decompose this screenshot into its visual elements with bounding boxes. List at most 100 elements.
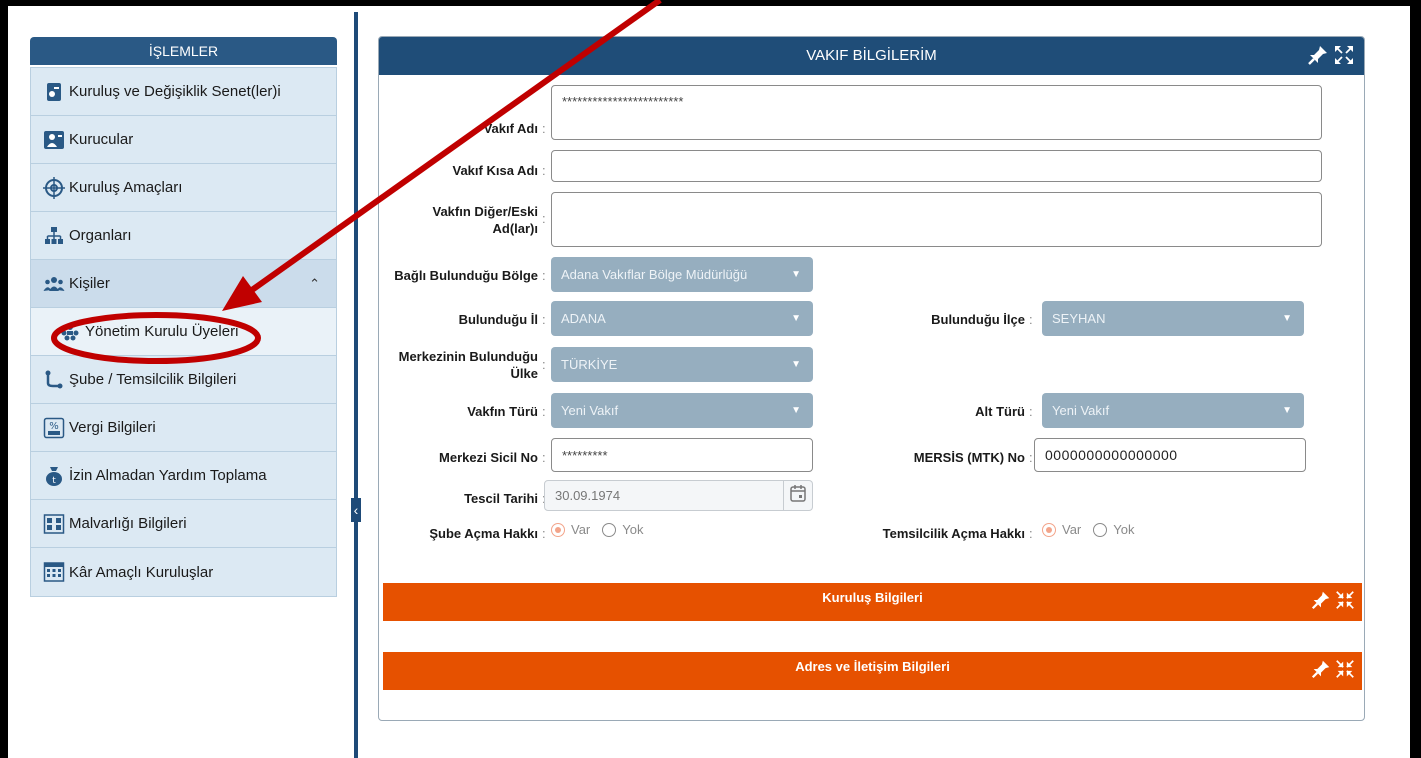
sidebar-menu: Kuruluş ve Değişiklik Senet(ler)i Kurucu… bbox=[30, 67, 337, 597]
colon: : bbox=[542, 268, 546, 283]
dropdown-caret-icon: ▼ bbox=[1282, 405, 1292, 416]
sidebar-item-vergi[interactable]: % Vergi Bilgileri bbox=[31, 404, 336, 452]
vakif-kisa-adi-input[interactable] bbox=[551, 150, 1322, 182]
sidebar-item-yonetim-kurulu[interactable]: Yönetim Kurulu Üyeleri bbox=[31, 308, 336, 356]
bagli-bolge-select[interactable]: Adana Vakıflar Bölge Müdürlüğü ▼ bbox=[551, 257, 813, 292]
tax-icon: % bbox=[43, 417, 65, 439]
bulundugu-ilce-label: Bulunduğu İlçe bbox=[931, 312, 1025, 327]
branch-icon bbox=[43, 369, 65, 391]
sidebar-item-label: Yönetim Kurulu Üyeleri bbox=[85, 323, 239, 340]
mersis-no-value: 0000000000000000 bbox=[1045, 447, 1178, 463]
sidebar-item-label: Kişiler bbox=[69, 275, 110, 292]
diger-eski-label-line1: Vakfın Diğer/Eski bbox=[432, 204, 539, 219]
adres-iletisim-section[interactable]: Adres ve İletişim Bilgileri bbox=[383, 652, 1362, 690]
bagli-bolge-label: Bağlı Bulunduğu Bölge bbox=[394, 268, 538, 283]
section-title: Kuruluş Bilgileri bbox=[822, 590, 923, 605]
chevron-up-icon[interactable]: ⌃ bbox=[309, 276, 320, 292]
merkez-ulke-label-line1: Merkezinin Bulunduğu bbox=[398, 349, 538, 364]
donation-icon: t bbox=[43, 465, 65, 487]
people-icon bbox=[43, 273, 65, 295]
person-icon bbox=[43, 129, 65, 151]
sidebar-item-label: Vergi Bilgileri bbox=[69, 419, 156, 436]
sube-yok-radio[interactable] bbox=[602, 522, 617, 537]
tescil-tarihi-input[interactable]: 30.09.1974 bbox=[544, 480, 784, 511]
bagli-bolge-value: Adana Vakıflar Bölge Müdürlüğü bbox=[561, 267, 748, 282]
sidebar-item-kurulus-amaclari[interactable]: Kuruluş Amaçları bbox=[31, 164, 336, 212]
section-title: Adres ve İletişim Bilgileri bbox=[795, 659, 950, 674]
mersis-no-label: MERSİS (MTK) No bbox=[913, 450, 1025, 465]
sidebar-item-label: Organları bbox=[69, 227, 132, 244]
dropdown-caret-icon: ▼ bbox=[791, 269, 801, 280]
org-chart-icon bbox=[43, 225, 65, 247]
radio-label-yok: Yok bbox=[1113, 522, 1135, 537]
sidebar-item-kisiler[interactable]: Kişiler ⌃ bbox=[31, 260, 336, 308]
radio-label-yok: Yok bbox=[622, 522, 644, 537]
panel-title: VAKIF BİLGİLERİM bbox=[806, 47, 937, 64]
colon: : bbox=[542, 357, 546, 372]
colon: : bbox=[1029, 312, 1033, 327]
panel-header: VAKIF BİLGİLERİM bbox=[379, 37, 1364, 75]
sidebar-item-label: Kurucular bbox=[69, 131, 134, 148]
sidebar: İŞLEMLER Kuruluş ve Değişiklik Senet(ler… bbox=[8, 6, 354, 758]
mersis-no-input[interactable]: 0000000000000000 bbox=[1034, 438, 1306, 472]
dropdown-caret-icon: ▼ bbox=[791, 359, 801, 370]
vakif-adi-input[interactable]: ************************ bbox=[551, 85, 1322, 140]
colon: : bbox=[542, 312, 546, 327]
merkez-ulke-select[interactable]: TÜRKİYE ▼ bbox=[551, 347, 813, 382]
sidebar-item-organlari[interactable]: Organları bbox=[31, 212, 336, 260]
collapse-icon[interactable] bbox=[1334, 658, 1356, 691]
merkez-ulke-value: TÜRKİYE bbox=[561, 357, 618, 372]
sidebar-item-kar-amacli[interactable]: Kâr Amaçlı Kuruluşlar bbox=[31, 548, 336, 596]
bulundugu-il-select[interactable]: ADANA ▼ bbox=[551, 301, 813, 336]
temsilcilik-yok-radio[interactable] bbox=[1093, 522, 1108, 537]
sidebar-item-label: Kâr Amaçlı Kuruluşlar bbox=[69, 563, 214, 581]
pin-icon[interactable] bbox=[1310, 658, 1332, 691]
sidebar-item-label: Malvarlığı Bilgileri bbox=[69, 515, 187, 532]
sube-var-radio[interactable] bbox=[551, 522, 565, 537]
merkezi-sicil-no-value: ********* bbox=[562, 447, 608, 463]
temsilcilik-acma-radio-group: Var Yok bbox=[1042, 522, 1134, 537]
radio-label-var: Var bbox=[1062, 522, 1082, 537]
assets-icon bbox=[43, 513, 65, 535]
sidebar-item-izin-yardim[interactable]: t İzin Almadan Yardım Toplama bbox=[31, 452, 336, 500]
building-icon bbox=[43, 561, 65, 583]
diger-eski-label-line2: Ad(lar)ı bbox=[492, 221, 539, 236]
colon: : bbox=[542, 211, 546, 226]
kurulus-bilgileri-section[interactable]: Kuruluş Bilgileri bbox=[383, 583, 1362, 621]
colon: : bbox=[1029, 404, 1033, 419]
expand-icon[interactable] bbox=[1332, 43, 1356, 82]
target-icon bbox=[43, 176, 65, 199]
alt-turu-select[interactable]: Yeni Vakıf ▼ bbox=[1042, 393, 1304, 428]
calendar-button[interactable] bbox=[784, 480, 813, 511]
radio-label-var: Var bbox=[571, 522, 591, 537]
sidebar-item-label: Şube / Temsilcilik Bilgileri bbox=[69, 371, 237, 388]
sidebar-item-malvarligi[interactable]: Malvarlığı Bilgileri bbox=[31, 500, 336, 548]
sidebar-item-label: Kuruluş Amaçları bbox=[69, 179, 183, 196]
bulundugu-il-label: Bulunduğu İl bbox=[458, 312, 538, 327]
colon: : bbox=[542, 121, 546, 136]
vakfin-turu-value: Yeni Vakıf bbox=[561, 403, 619, 418]
diger-eski-input[interactable] bbox=[551, 192, 1322, 247]
vakfin-turu-select[interactable]: Yeni Vakıf ▼ bbox=[551, 393, 813, 428]
colon: : bbox=[542, 526, 546, 541]
merkezi-sicil-no-input[interactable]: ********* bbox=[551, 438, 813, 472]
sidebar-item-kurulus-senet[interactable]: Kuruluş ve Değişiklik Senet(ler)i bbox=[31, 68, 336, 116]
collapse-icon[interactable] bbox=[1334, 589, 1356, 622]
dropdown-caret-icon: ▼ bbox=[1282, 313, 1292, 324]
temsilcilik-acma-label: Temsilcilik Açma Hakkı bbox=[882, 526, 1025, 541]
sidebar-item-sube-temsilcilik[interactable]: Şube / Temsilcilik Bilgileri bbox=[31, 356, 336, 404]
sube-acma-radio-group: Var Yok bbox=[551, 522, 643, 537]
vakif-kisa-adi-label: Vakıf Kısa Adı bbox=[452, 163, 539, 178]
pin-icon[interactable] bbox=[1310, 589, 1332, 622]
pin-icon[interactable] bbox=[1306, 43, 1330, 82]
sidebar-item-label: İzin Almadan Yardım Toplama bbox=[69, 467, 267, 484]
tescil-tarihi-value: 30.09.1974 bbox=[555, 488, 621, 503]
sidebar-item-kurucular[interactable]: Kurucular bbox=[31, 116, 336, 164]
merkez-ulke-label-line2: Ülke bbox=[510, 366, 538, 381]
bulundugu-ilce-select[interactable]: SEYHAN ▼ bbox=[1042, 301, 1304, 336]
sidebar-collapse-handle[interactable]: ‹ bbox=[351, 498, 361, 522]
tescil-tarihi-label: Tescil Tarihi bbox=[464, 491, 538, 506]
colon: : bbox=[1029, 526, 1033, 541]
temsilcilik-var-radio[interactable] bbox=[1042, 522, 1056, 537]
dropdown-caret-icon: ▼ bbox=[791, 405, 801, 416]
